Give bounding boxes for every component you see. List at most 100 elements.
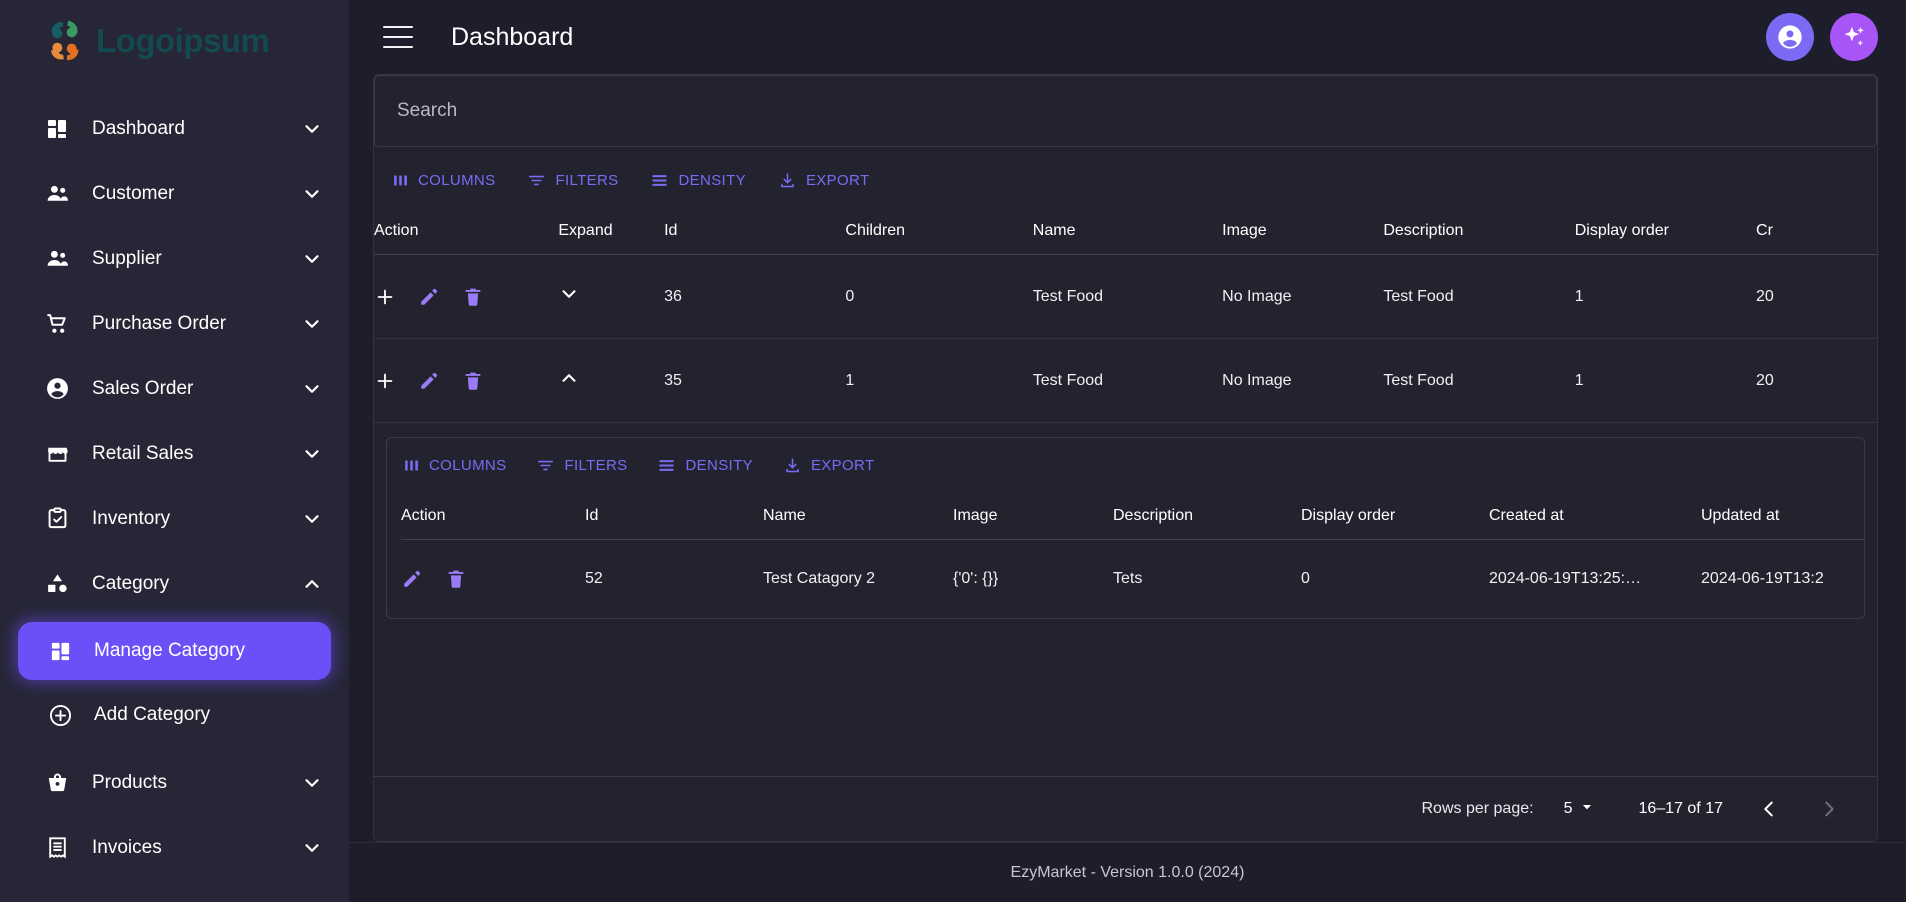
sidebar-item-purchase-order[interactable]: Purchase Order	[0, 291, 349, 356]
table-row[interactable]: 52 Test Catagory 2 {'0': {}} Tets 0 2024…	[401, 540, 1864, 619]
nested-grid-scroll[interactable]: Action Id Name Image Description Display…	[387, 493, 1864, 618]
edit-pencil-icon[interactable]	[418, 286, 440, 308]
outer-grid-header: Action Expand Id Children Name Image Des…	[374, 208, 1877, 255]
col-name[interactable]: Name	[1032, 208, 1223, 255]
chevron-down-icon[interactable]	[301, 118, 323, 140]
ncol-updated-at[interactable]: Updated at	[1701, 493, 1864, 540]
ncol-action[interactable]: Action	[401, 493, 585, 540]
row-expand	[558, 338, 665, 423]
cell-children: 0	[845, 254, 1033, 339]
sidebar-item-customer[interactable]: Customer	[0, 161, 349, 226]
rows-per-page-select[interactable]: 5	[1564, 800, 1595, 819]
add-child-icon[interactable]	[374, 370, 396, 392]
col-image[interactable]: Image	[1222, 208, 1384, 255]
cell-display-order: 0	[1301, 570, 1310, 587]
ncol-image[interactable]: Image	[953, 493, 1113, 540]
chevron-down-icon[interactable]	[301, 378, 323, 400]
chevron-up-icon[interactable]	[558, 367, 580, 392]
export-download-icon	[783, 456, 802, 475]
sidebar-item-supplier[interactable]: Supplier	[0, 226, 349, 291]
filters-icon	[527, 171, 546, 190]
delete-trash-icon[interactable]	[462, 286, 484, 308]
edit-pencil-icon[interactable]	[401, 568, 423, 590]
brand-name: Logoipsum	[96, 22, 270, 59]
nested-filters-button[interactable]: FILTERS	[534, 452, 629, 479]
col-description[interactable]: Description	[1383, 208, 1575, 255]
sidebar-item-manage-category[interactable]: Manage Category	[18, 622, 331, 680]
sparkles-icon[interactable]	[1830, 13, 1878, 61]
ncol-description[interactable]: Description	[1113, 493, 1301, 540]
nested-columns-button[interactable]: COLUMNS	[401, 453, 508, 478]
sidebar-item-label: Inventory	[92, 507, 171, 529]
nested-density-button[interactable]: DENSITY	[655, 452, 754, 479]
cell-description: Test Food	[1383, 254, 1575, 339]
chevron-down-icon[interactable]	[301, 837, 323, 859]
chevron-left-icon[interactable]	[1755, 795, 1783, 823]
export-button[interactable]: EXPORT	[776, 167, 872, 194]
app-footer: EzyMarket - Version 1.0.0 (2024)	[349, 842, 1906, 902]
chevron-down-icon[interactable]	[558, 283, 580, 308]
col-display-order[interactable]: Display order	[1574, 208, 1757, 255]
outer-grid-body: 36 0 Test Food No Image Test Food 1 20 3…	[374, 254, 1877, 423]
dashboard-grid-icon	[42, 114, 72, 144]
sidebar-item-invoices[interactable]: Invoices	[0, 815, 349, 880]
filters-label: FILTERS	[555, 172, 619, 189]
logoipsum-flower-icon	[42, 18, 88, 64]
nested-export-button[interactable]: EXPORT	[781, 452, 877, 479]
rows-per-page-value: 5	[1563, 800, 1573, 817]
table-row[interactable]: 36 0 Test Food No Image Test Food 1 20	[374, 254, 1877, 339]
ncol-name[interactable]: Name	[763, 493, 953, 540]
chevron-down-icon[interactable]	[301, 183, 323, 205]
edit-pencil-icon[interactable]	[418, 370, 440, 392]
sidebar-item-add-category[interactable]: Add Category	[18, 686, 331, 744]
sidebar-item-dashboard[interactable]: Dashboard	[0, 96, 349, 161]
cell-name: Test Food	[1032, 338, 1223, 423]
outer-grid-scroll[interactable]: Action Expand Id Children Name Image Des…	[374, 208, 1877, 423]
basket-icon	[42, 768, 72, 798]
ncol-id[interactable]: Id	[585, 493, 763, 540]
pagination-range: 16–17 of 17	[1638, 800, 1723, 817]
col-action[interactable]: Action	[374, 208, 559, 255]
columns-label: COLUMNS	[429, 457, 507, 474]
columns-icon	[392, 172, 409, 189]
col-children[interactable]: Children	[845, 208, 1033, 255]
chevron-down-icon[interactable]	[301, 443, 323, 465]
pagination-bar: Rows per page: 5 16–17 of 17	[374, 776, 1877, 841]
account-circle-icon[interactable]	[1766, 13, 1814, 61]
chevron-up-icon[interactable]	[301, 573, 323, 595]
brand-logo[interactable]: Logoipsum	[0, 0, 349, 82]
app-root: Logoipsum Dashboard Customer Supplier Pu…	[0, 0, 1906, 902]
search-input[interactable]	[397, 100, 1854, 122]
table-row[interactable]: 35 1 Test Food No Image Test Food 1 20	[374, 338, 1877, 423]
density-button[interactable]: DENSITY	[648, 167, 747, 194]
sidebar-item-inventory[interactable]: Inventory	[0, 486, 349, 551]
columns-label: COLUMNS	[418, 172, 496, 189]
sidebar-item-category[interactable]: Category	[0, 551, 349, 616]
add-child-icon[interactable]	[374, 286, 396, 308]
sidebar-item-label: Purchase Order	[92, 312, 227, 334]
delete-trash-icon[interactable]	[445, 568, 467, 590]
hamburger-menu-icon[interactable]	[383, 26, 413, 48]
chevron-down-icon	[1580, 800, 1594, 819]
export-label: EXPORT	[805, 172, 870, 189]
filters-button[interactable]: FILTERS	[525, 167, 620, 194]
col-created-at[interactable]: Cr	[1756, 208, 1877, 255]
delete-trash-icon[interactable]	[462, 370, 484, 392]
cell-created-at: 20	[1756, 254, 1877, 339]
chevron-down-icon[interactable]	[301, 248, 323, 270]
chevron-right-icon[interactable]	[1815, 795, 1843, 823]
sidebar-item-label: Sales Order	[92, 377, 194, 399]
sidebar-item-label: Dashboard	[92, 117, 185, 139]
ncol-created-at[interactable]: Created at	[1489, 493, 1701, 540]
sidebar-item-sales-order[interactable]: Sales Order	[0, 356, 349, 421]
col-expand[interactable]: Expand	[558, 208, 665, 255]
nested-grid-card: COLUMNS FILTERS DENSITY EXPORT Action Id…	[386, 437, 1865, 619]
chevron-down-icon[interactable]	[301, 313, 323, 335]
chevron-down-icon[interactable]	[301, 772, 323, 794]
sidebar-item-retail-sales[interactable]: Retail Sales	[0, 421, 349, 486]
sidebar-item-products[interactable]: Products	[0, 750, 349, 815]
chevron-down-icon[interactable]	[301, 508, 323, 530]
columns-button[interactable]: COLUMNS	[390, 168, 497, 193]
ncol-display-order[interactable]: Display order	[1301, 493, 1489, 540]
col-id[interactable]: Id	[664, 208, 846, 255]
